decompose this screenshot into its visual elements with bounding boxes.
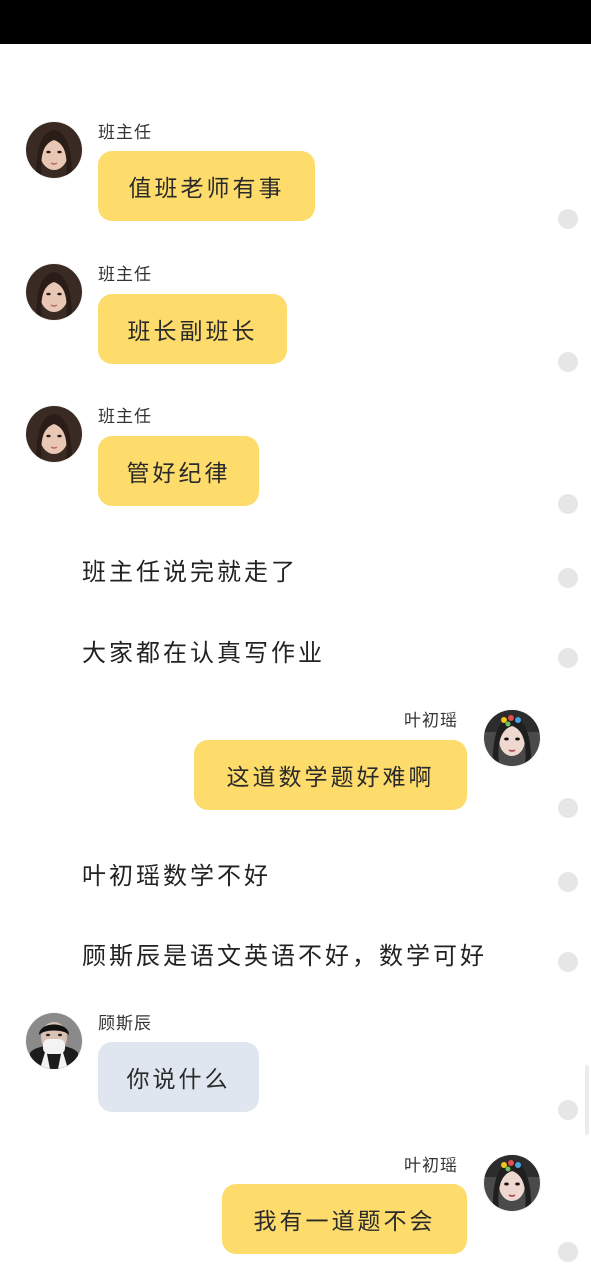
sender-name: 叶初瑶 [404,711,458,731]
message-select-radio[interactable] [558,1242,578,1262]
message-select-radio[interactable] [558,952,578,972]
scrollbar-thumb[interactable] [585,1065,589,1135]
message-select-radio[interactable] [558,494,578,514]
narration-text[interactable]: 叶初瑶数学不好 [82,856,271,891]
message-select-radio[interactable] [558,648,578,668]
message-select-radio[interactable] [558,1100,578,1120]
sender-name: 班主任 [98,407,152,427]
message-bubble[interactable]: 值班老师有事 [98,151,315,221]
teacher-avatar[interactable] [26,406,82,462]
sender-name: 叶初瑶 [404,1156,458,1176]
narration-text[interactable]: 大家都在认真写作业 [82,633,325,668]
chat-story-view[interactable]: 班主任 值班老师有事 班主任 班长副班长 班主任 管好纪律 班主任说完就走了 大… [0,44,591,1280]
sender-name: 班主任 [98,265,152,285]
sender-name: 顾斯辰 [98,1014,152,1034]
message-bubble[interactable]: 我有一道题不会 [222,1184,467,1254]
girl-avatar[interactable] [484,710,540,766]
message-select-radio[interactable] [558,209,578,229]
sender-name: 班主任 [98,123,152,143]
narration-text[interactable]: 班主任说完就走了 [82,552,298,587]
message-select-radio[interactable] [558,352,578,372]
status-bar [0,0,591,44]
teacher-avatar[interactable] [26,122,82,178]
message-bubble[interactable]: 你说什么 [98,1042,259,1112]
message-select-radio[interactable] [558,568,578,588]
narration-text[interactable]: 顾斯辰是语文英语不好，数学可好 [82,936,487,971]
message-select-radio[interactable] [558,872,578,892]
message-select-radio[interactable] [558,798,578,818]
message-bubble[interactable]: 管好纪律 [98,436,259,506]
girl-avatar[interactable] [484,1155,540,1211]
message-bubble[interactable]: 班长副班长 [98,294,287,364]
message-bubble[interactable]: 这道数学题好难啊 [194,740,467,810]
boy-avatar[interactable] [26,1013,82,1069]
teacher-avatar[interactable] [26,264,82,320]
